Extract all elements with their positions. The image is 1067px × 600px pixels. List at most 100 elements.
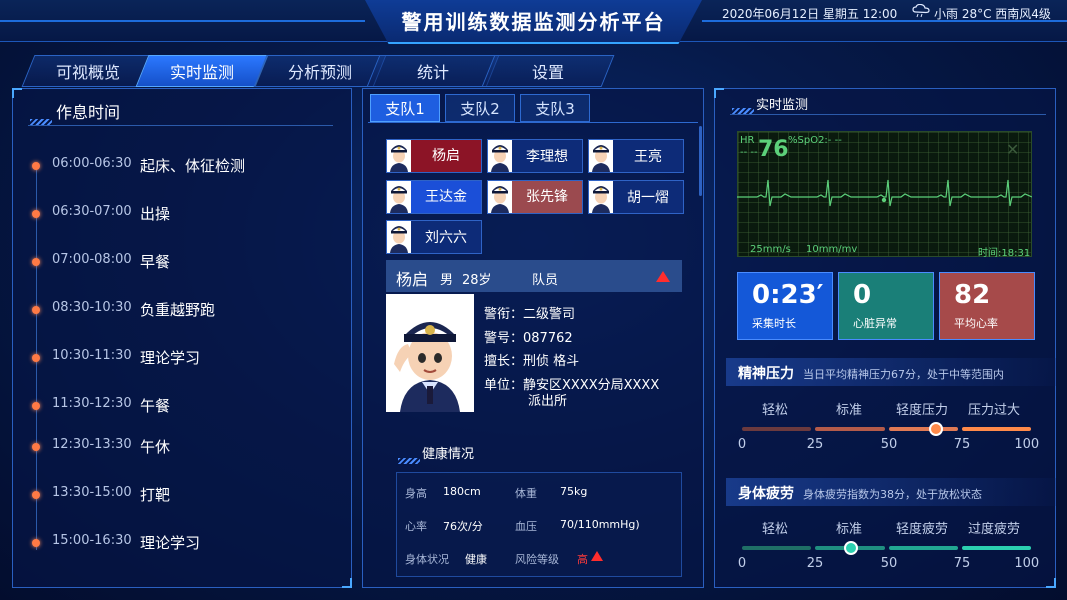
member-avatar — [387, 140, 411, 172]
risk-warning-icon — [591, 551, 603, 561]
nav-tab-4[interactable]: 统计 — [366, 55, 500, 87]
height-label: 身高 — [405, 487, 427, 500]
schedule-activity: 午餐 — [140, 397, 171, 415]
schedule-time: 10:30-11:30 — [52, 348, 132, 363]
schedule-time: 08:30-10:30 — [52, 300, 132, 315]
detail-rank: 警衔：二级警司 — [484, 307, 576, 322]
stat-label: 心脏异常 — [853, 317, 897, 330]
schedule-time: 07:00-08:00 — [52, 252, 132, 267]
warning-icon — [656, 271, 670, 282]
member-card[interactable]: 胡一熠 — [588, 180, 684, 214]
nav-tab-1[interactable]: 可视概览 — [21, 55, 155, 87]
ecg-time: 时间:18:31 — [978, 248, 1031, 259]
stress-tick: 75 — [953, 437, 971, 452]
stress-tick: 50 — [880, 437, 898, 452]
fatigue-tick: 75 — [953, 556, 971, 571]
stat-value: 82 — [954, 280, 991, 310]
squad-tabs-underline — [368, 122, 698, 123]
stress-bar-segment — [888, 427, 958, 431]
member-name: 杨启 — [411, 140, 481, 172]
timeline-dot — [32, 258, 40, 266]
member-name: 李理想 — [526, 149, 568, 165]
bp-value: 70/110mmHg) — [560, 518, 640, 531]
schedule-activity: 出操 — [140, 205, 171, 223]
detail-unit-cont: 派出所 — [528, 394, 568, 409]
schedule-time: 12:30-13:30 — [52, 437, 132, 452]
stress-level-label: 轻松 — [761, 403, 789, 418]
timeline-dot — [32, 491, 40, 499]
squad-tab-1[interactable]: 支队1 — [370, 94, 440, 122]
fatigue-tick: 25 — [806, 556, 824, 571]
stress-bar-segment — [961, 427, 1031, 431]
schedule-time: 11:30-12:30 — [52, 396, 132, 411]
panel-corner — [12, 88, 22, 98]
ecg-waveform — [737, 179, 1032, 207]
detail-gender: 男 — [440, 273, 454, 288]
timeline-dot — [32, 210, 40, 218]
timeline-dot — [32, 354, 40, 362]
section-underline — [28, 125, 333, 126]
stress-level-label: 标准 — [835, 403, 863, 418]
timeline-dot — [32, 306, 40, 314]
ecg-hr-label: HR — [740, 135, 755, 146]
detail-age: 28岁 — [462, 273, 492, 288]
member-scrollbar[interactable] — [699, 126, 702, 196]
panel-corner — [342, 578, 352, 588]
weight-label: 体重 — [515, 487, 537, 500]
stat-label: 采集时长 — [752, 317, 796, 330]
detail-name: 杨启 — [396, 270, 429, 289]
datetime: 2020年06月12日 星期五 12:00 — [722, 7, 898, 21]
fatigue-tick: 100 — [1014, 556, 1040, 571]
stat-value: 0 — [853, 280, 872, 310]
nav-tab-2[interactable]: 实时监测 — [135, 55, 269, 87]
fatigue-subtitle: 身体疲劳指数为38分，处于放松状态 — [803, 488, 982, 501]
stress-tick: 0 — [737, 437, 747, 452]
schedule-activity: 理论学习 — [140, 534, 201, 552]
member-name: 刘六六 — [425, 230, 467, 246]
member-name: 王达金 — [411, 181, 481, 213]
nav-tab-label: 可视概览 — [55, 63, 120, 82]
fatigue-level-label: 标准 — [835, 522, 863, 537]
nav-tab-3[interactable]: 分析预测 — [253, 55, 387, 87]
page-title: 警用训练数据监测分析平台 — [401, 10, 666, 34]
fatigue-tick: 50 — [880, 556, 898, 571]
officer-portrait — [386, 294, 474, 412]
nav-tab-label: 实时监测 — [169, 63, 234, 82]
member-card[interactable]: 王达金 — [386, 180, 482, 214]
nav-tab-5[interactable]: 设置 — [481, 55, 615, 87]
schedule-time: 13:30-15:00 — [52, 485, 132, 500]
panel-corner — [714, 88, 724, 98]
schedule-activity: 午休 — [140, 438, 171, 456]
stat-label: 平均心率 — [954, 317, 998, 330]
height-value: 180cm — [443, 485, 481, 498]
detail-unit: 单位：静安区XXXX分局XXXX — [484, 378, 660, 393]
member-card[interactable]: 刘六六 — [386, 220, 482, 254]
member-card[interactable]: 杨启 — [386, 139, 482, 173]
squad-tab-3[interactable]: 支队3 — [520, 94, 590, 122]
fatigue-bar-segment — [742, 546, 812, 550]
detail-skill: 擅长：刑侦 格斗 — [484, 354, 580, 369]
member-avatar — [589, 181, 613, 213]
fatigue-title: 身体疲劳 — [738, 486, 794, 502]
hr-label: 心率 — [405, 520, 427, 533]
risk-label: 风险等级 — [515, 553, 559, 566]
member-name: 张先锋 — [512, 181, 582, 213]
panel-corner — [1046, 578, 1056, 588]
timeline-dot — [32, 162, 40, 170]
member-avatar — [488, 181, 512, 213]
cloud-rain-icon — [912, 4, 930, 18]
schedule-activity: 负重越野跑 — [140, 301, 216, 319]
member-avatar — [387, 221, 411, 253]
schedule-time: 06:00-06:30 — [52, 156, 132, 171]
header-divider-left — [0, 20, 365, 22]
member-card[interactable]: 张先锋 — [487, 180, 583, 214]
ecg-spo2: %SpO2:- -- — [788, 135, 842, 146]
schedule-title: 作息时间 — [56, 103, 121, 122]
schedule-activity: 早餐 — [140, 253, 171, 271]
member-avatar — [488, 140, 512, 172]
member-card[interactable]: 李理想 — [487, 139, 583, 173]
stat-value: 0:23′ — [752, 280, 824, 310]
member-card[interactable]: 王亮 — [588, 139, 684, 173]
risk-value: 高 — [577, 553, 588, 566]
squad-tab-2[interactable]: 支队2 — [445, 94, 515, 122]
